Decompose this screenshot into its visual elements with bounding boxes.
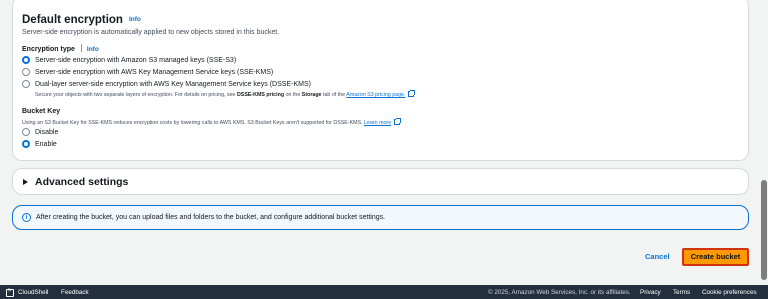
info-circle-icon: i: [22, 213, 31, 222]
dsse-desc-text-2: on the: [285, 92, 301, 98]
radio-sse-s3-label: Server-side encryption with Amazon S3 ma…: [35, 56, 237, 64]
radio-sse-kms[interactable]: Server-side encryption with AWS Key Mana…: [22, 68, 273, 76]
bucket-key-label: Bucket Key: [22, 108, 61, 115]
console-footer: CloudShell Feedback © 2025, Amazon Web S…: [0, 285, 768, 299]
bucket-key-desc-text: Using an S3 Bucket Key for SSE-KMS reduc…: [22, 120, 363, 126]
radio-unselected-icon[interactable]: [22, 80, 30, 88]
bucket-key-description: Using an S3 Bucket Key for SSE-KMS reduc…: [22, 118, 402, 126]
terms-link[interactable]: Terms: [673, 289, 690, 296]
privacy-link[interactable]: Privacy: [640, 289, 661, 296]
default-encryption-info-link[interactable]: Info: [129, 16, 141, 23]
cloudshell-link[interactable]: CloudShell: [18, 289, 48, 296]
radio-unselected-icon[interactable]: [22, 128, 30, 136]
advanced-settings-title[interactable]: Advanced settings: [35, 176, 128, 188]
cancel-button[interactable]: Cancel: [645, 252, 670, 261]
encryption-type-text: Encryption type: [22, 46, 75, 53]
info-alert: i After creating the bucket, you can upl…: [12, 205, 749, 230]
external-link-icon: [394, 118, 402, 125]
label-separator: [80, 44, 82, 52]
external-link-icon: [408, 90, 416, 97]
create-bucket-button[interactable]: Create bucket: [682, 248, 749, 266]
dsse-kms-description: Secure your objects with two separate la…: [35, 90, 416, 98]
radio-enable-label: Enable: [35, 140, 57, 148]
default-encryption-title: Default encryption: [22, 14, 123, 26]
main-content: Default encryption Info Server-side encry…: [0, 0, 760, 285]
feedback-link[interactable]: Feedback: [61, 289, 89, 296]
radio-unselected-icon[interactable]: [22, 68, 30, 76]
encryption-type-label: Encryption type Info: [22, 44, 99, 53]
default-encryption-heading: Default encryption Info: [22, 14, 141, 26]
radio-disable-label: Disable: [35, 128, 59, 136]
radio-selected-icon[interactable]: [22, 140, 30, 148]
learn-more-link[interactable]: Learn more: [364, 120, 391, 126]
dsse-desc-bold-2: Storage: [301, 92, 322, 98]
cookie-preferences-link[interactable]: Cookie preferences: [702, 289, 757, 296]
radio-dsse-kms[interactable]: Dual-layer server-side encryption with A…: [22, 80, 311, 88]
info-alert-text: After creating the bucket, you can uploa…: [36, 214, 386, 221]
radio-bucket-key-disable[interactable]: Disable: [22, 128, 58, 136]
dsse-desc-text-3: tab of the: [323, 92, 346, 98]
s3-pricing-link[interactable]: Amazon S3 pricing page.: [346, 92, 405, 98]
dsse-desc-text-1: Secure your objects with two separate la…: [35, 92, 236, 98]
radio-selected-icon[interactable]: [22, 56, 30, 64]
radio-sse-s3[interactable]: Server-side encryption with Amazon S3 ma…: [22, 56, 236, 64]
scrollbar-thumb[interactable]: [761, 180, 767, 280]
default-encryption-description: Server-side encryption is automatically …: [22, 29, 280, 36]
radio-sse-kms-label: Server-side encryption with AWS Key Mana…: [35, 68, 274, 76]
radio-bucket-key-enable[interactable]: Enable: [22, 140, 57, 148]
dsse-desc-bold-1: DSSE-KMS pricing: [236, 92, 285, 98]
radio-dsse-kms-label: Dual-layer server-side encryption with A…: [35, 80, 311, 88]
copyright-text: © 2025, Amazon Web Services, Inc. or its…: [488, 289, 631, 296]
cloudshell-icon[interactable]: [6, 288, 14, 297]
caret-right-icon[interactable]: [23, 179, 28, 185]
encryption-type-info-link[interactable]: Info: [87, 46, 99, 53]
page-scrollbar[interactable]: [760, 0, 768, 285]
